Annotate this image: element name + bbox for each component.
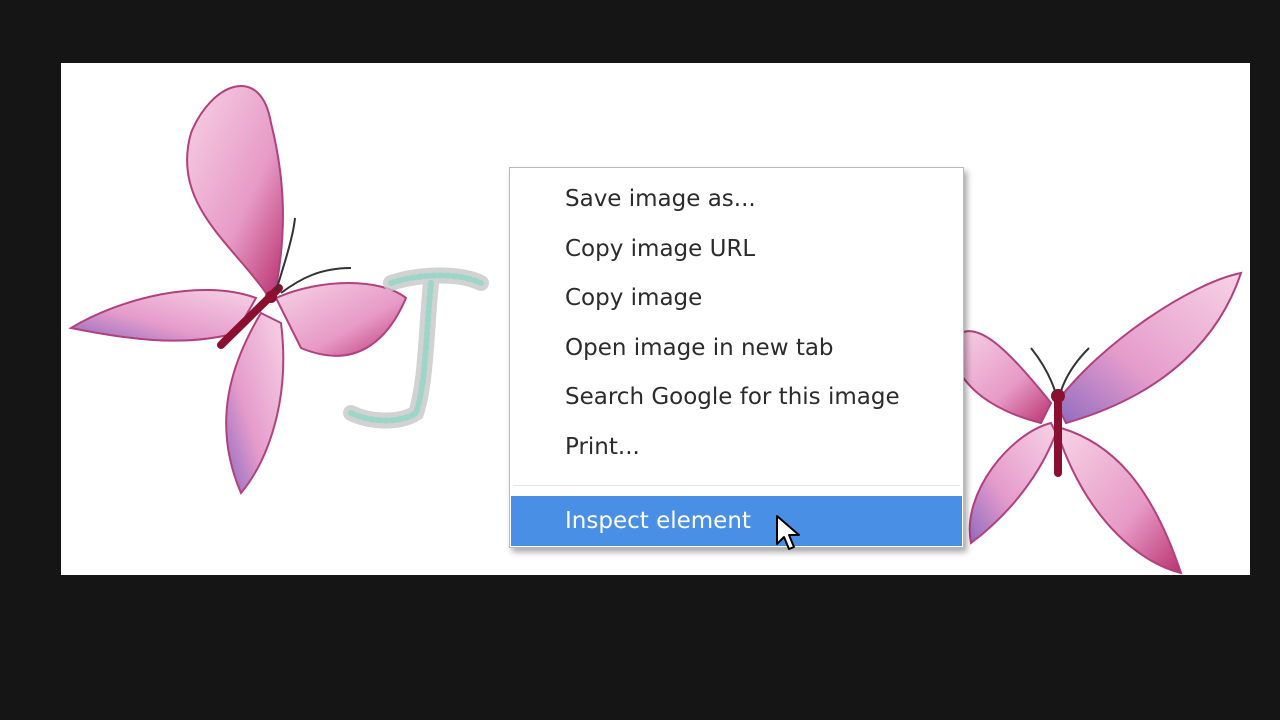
menu-item-copy-image[interactable]: Copy image: [510, 274, 963, 324]
context-menu: Save image as... Copy image URL Copy ima…: [509, 167, 964, 548]
glitter-text-image: [343, 267, 489, 429]
mouse-cursor-icon: [776, 515, 800, 550]
menu-item-save-image-as[interactable]: Save image as...: [510, 175, 963, 225]
butterfly-image-right: [952, 271, 1243, 575]
menu-item-search-google-image[interactable]: Search Google for this image: [510, 373, 963, 423]
menu-item-print[interactable]: Print...: [510, 423, 963, 473]
menu-item-copy-image-url[interactable]: Copy image URL: [510, 225, 963, 275]
menu-item-open-image-new-tab[interactable]: Open image in new tab: [510, 324, 963, 374]
menu-separator: [513, 485, 960, 486]
menu-item-inspect-element[interactable]: Inspect element: [511, 496, 962, 546]
